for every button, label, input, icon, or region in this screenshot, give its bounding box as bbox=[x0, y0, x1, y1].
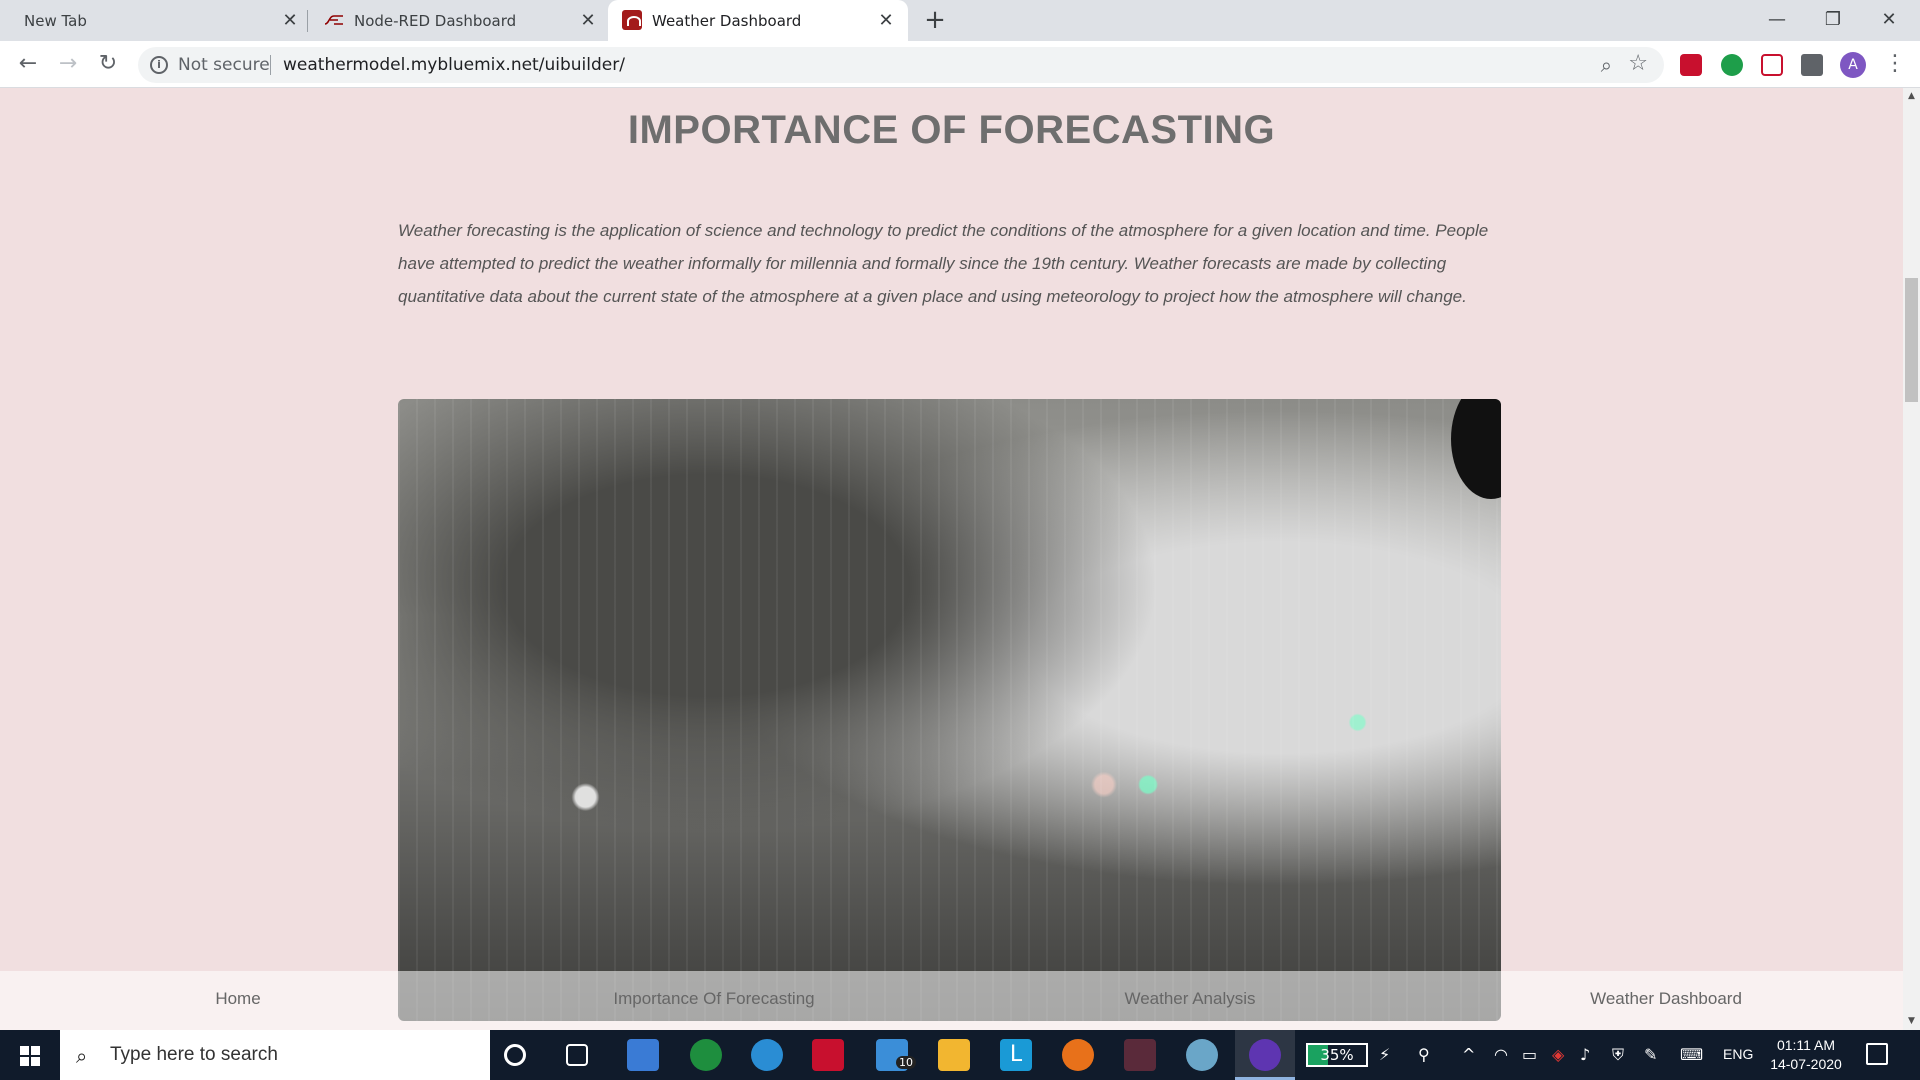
battery-indicator[interactable]: 35% bbox=[1306, 1043, 1368, 1067]
notification-center-icon[interactable] bbox=[1866, 1043, 1888, 1065]
nav-weather-dashboard[interactable]: Weather Dashboard bbox=[1428, 989, 1903, 1009]
keyboard-icon[interactable]: ⌨ bbox=[1680, 1045, 1703, 1064]
tab-weather-dashboard[interactable]: Weather Dashboard ✕ bbox=[608, 0, 908, 41]
search-placeholder: Type here to search bbox=[110, 1044, 278, 1065]
security-shield-icon[interactable]: ⛨ bbox=[1612, 1045, 1624, 1065]
pocket-extension-icon[interactable] bbox=[1761, 54, 1783, 76]
store-icon[interactable] bbox=[627, 1039, 659, 1071]
bottom-navigation: Home Importance Of Forecasting Weather A… bbox=[0, 971, 1903, 1030]
browser-toolbar: ← → ↻ i Not secure weathermodel.mybluemi… bbox=[0, 41, 1920, 88]
chrome-profile-icon bbox=[1249, 1039, 1281, 1071]
mcafee-extension-icon[interactable] bbox=[1680, 54, 1702, 76]
clock-date: 14-07-2020 bbox=[1770, 1056, 1842, 1072]
chrome-active-app[interactable] bbox=[1235, 1030, 1295, 1080]
page-viewport: IMPORTANCE OF FORECASTING Weather foreca… bbox=[0, 88, 1903, 1030]
wifi-icon[interactable]: ◠ bbox=[1494, 1045, 1508, 1064]
tab-node-red-dashboard[interactable]: Node-RED Dashboard ✕ bbox=[308, 0, 608, 41]
tab-close-icon[interactable]: ✕ bbox=[280, 10, 300, 31]
pen-icon[interactable]: ✎ bbox=[1644, 1045, 1657, 1064]
scroll-down-icon[interactable]: ▼ bbox=[1903, 1013, 1920, 1030]
browser-menu-icon[interactable]: ⋮ bbox=[1884, 51, 1906, 79]
tab-title: New Tab bbox=[24, 12, 87, 30]
tab-close-icon[interactable]: ✕ bbox=[876, 10, 896, 31]
node-red-icon bbox=[324, 15, 343, 25]
back-icon[interactable]: ← bbox=[12, 49, 44, 81]
chrome-icon[interactable] bbox=[690, 1039, 722, 1071]
edge-icon[interactable] bbox=[751, 1039, 783, 1071]
language-indicator[interactable]: ENG bbox=[1723, 1046, 1753, 1062]
new-tab-button[interactable]: + bbox=[922, 7, 948, 34]
mcafee-tray-icon[interactable]: ◈ bbox=[1552, 1045, 1564, 1064]
tab-new-tab[interactable]: New Tab ✕ bbox=[0, 0, 308, 41]
intro-paragraph: Weather forecasting is the application o… bbox=[398, 221, 1489, 306]
divider bbox=[270, 55, 271, 75]
browser-tab-strip: New Tab ✕ Node-RED Dashboard ✕ Weather D… bbox=[0, 0, 1920, 41]
node-red-dashboard-icon bbox=[622, 10, 642, 30]
cortana-icon[interactable] bbox=[504, 1044, 526, 1066]
task-view-icon[interactable] bbox=[566, 1044, 588, 1066]
tab-title: Node-RED Dashboard bbox=[354, 12, 517, 30]
search-icon: ⌕ bbox=[76, 1044, 88, 1068]
battery-percent: 35% bbox=[1320, 1046, 1354, 1064]
tab-title: Weather Dashboard bbox=[652, 12, 802, 30]
scrollbar-thumb[interactable] bbox=[1905, 278, 1918, 402]
paint-icon[interactable] bbox=[1186, 1039, 1218, 1071]
zoom-icon[interactable]: ⌕ bbox=[1601, 53, 1612, 77]
file-explorer-icon[interactable] bbox=[938, 1039, 970, 1071]
windows-taskbar: ⌕ Type here to search 10 L 35% ⚡ ⚲ ^ ◠ ▭… bbox=[0, 1030, 1920, 1080]
page-title: IMPORTANCE OF FORECASTING bbox=[627, 108, 1276, 152]
charging-plug-icon: ⚡ bbox=[1379, 1045, 1391, 1064]
page-scrollbar[interactable]: ▲ ▼ bbox=[1903, 88, 1920, 1030]
tab-close-icon[interactable]: ✕ bbox=[578, 10, 598, 31]
bookmark-star-icon[interactable]: ☆ bbox=[1628, 51, 1648, 76]
windows-logo-icon bbox=[20, 1046, 40, 1066]
rainy-window-photo bbox=[398, 399, 1501, 1021]
reload-icon[interactable]: ↻ bbox=[92, 49, 124, 81]
nav-importance-of-forecasting[interactable]: Importance Of Forecasting bbox=[476, 989, 952, 1009]
security-label[interactable]: Not secure bbox=[178, 55, 270, 75]
media-player-icon[interactable] bbox=[1124, 1039, 1156, 1071]
scroll-up-icon[interactable]: ▲ bbox=[1903, 88, 1920, 105]
taskbar-search[interactable]: ⌕ Type here to search bbox=[60, 1030, 490, 1080]
profile-avatar[interactable]: A bbox=[1840, 52, 1866, 78]
info-icon[interactable]: i bbox=[150, 56, 168, 74]
nav-weather-analysis[interactable]: Weather Analysis bbox=[952, 989, 1428, 1009]
show-hidden-icons-icon[interactable]: ^ bbox=[1462, 1045, 1475, 1064]
nav-home[interactable]: Home bbox=[0, 989, 476, 1009]
restore-icon[interactable]: ❐ bbox=[1810, 6, 1856, 36]
chrome-orange-icon[interactable] bbox=[1062, 1039, 1094, 1071]
close-window-icon[interactable]: ✕ bbox=[1866, 6, 1912, 36]
battery-tray-icon[interactable]: ▭ bbox=[1522, 1045, 1537, 1064]
system-clock[interactable]: 01:11 AM 14-07-2020 bbox=[1766, 1036, 1846, 1074]
clock-time: 01:11 AM bbox=[1776, 1037, 1836, 1053]
volume-icon[interactable]: ♪ bbox=[1580, 1045, 1590, 1064]
minimize-icon[interactable]: — bbox=[1754, 6, 1800, 36]
photo-shadow bbox=[1451, 399, 1501, 499]
extensions-puzzle-icon[interactable] bbox=[1801, 54, 1823, 76]
mcafee-icon[interactable] bbox=[812, 1039, 844, 1071]
app-l-icon[interactable]: L bbox=[1000, 1039, 1032, 1071]
people-icon[interactable]: ⚲ bbox=[1418, 1045, 1430, 1064]
shield-extension-icon[interactable] bbox=[1721, 54, 1743, 76]
start-button[interactable] bbox=[0, 1030, 58, 1080]
address-bar[interactable]: i Not secure weathermodel.mybluemix.net/… bbox=[138, 47, 1664, 83]
forward-icon[interactable]: → bbox=[52, 49, 84, 81]
url-text[interactable]: weathermodel.mybluemix.net/uibuilder/ bbox=[283, 55, 625, 75]
mail-badge: 10 bbox=[896, 1056, 916, 1069]
